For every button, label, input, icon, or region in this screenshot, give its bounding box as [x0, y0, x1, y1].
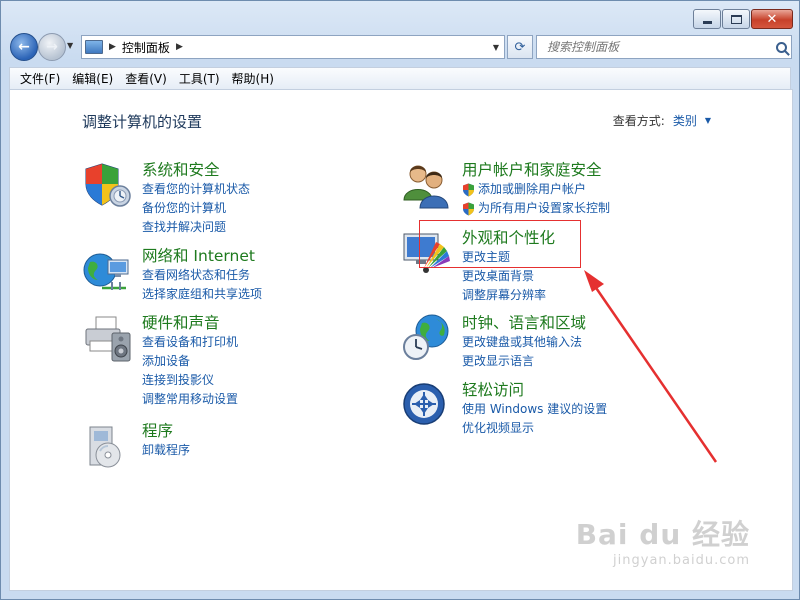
- category-title-link[interactable]: 时钟、语言和区域: [462, 313, 586, 333]
- ease-of-access-icon: [403, 383, 445, 425]
- highlight-box: [419, 220, 581, 268]
- forward-button[interactable]: →: [38, 33, 66, 61]
- link-adjust-resolution[interactable]: 调整屏幕分辨率: [462, 286, 555, 305]
- caption-buttons: ✕: [693, 9, 793, 29]
- uac-shield-icon: [463, 183, 474, 196]
- category-body: 硬件和声音 查看设备和打印机 添加设备 连接到投影仪 调整常用移动设置: [142, 313, 238, 409]
- link-view-computer-status[interactable]: 查看您的计算机状态: [142, 180, 250, 199]
- maximize-button[interactable]: [722, 9, 750, 29]
- menu-view[interactable]: 查看(V): [119, 68, 173, 89]
- link-text: 添加或删除用户帐户: [478, 182, 587, 196]
- link-devices-printers[interactable]: 查看设备和打印机: [142, 333, 238, 352]
- link-change-desktop-background[interactable]: 更改桌面背景: [462, 267, 555, 286]
- link-change-display-language[interactable]: 更改显示语言: [462, 352, 586, 371]
- watermark: Bai du 经验 jingyan.baidu.com: [576, 513, 750, 568]
- category-body: 用户帐户和家庭安全 添加或删除用户帐户 为所有用户设置家长控制: [462, 160, 610, 218]
- menu-file[interactable]: 文件(F): [14, 68, 66, 89]
- refresh-icon: ⟳: [514, 39, 526, 55]
- link-add-remove-users[interactable]: 添加或删除用户帐户: [462, 180, 610, 199]
- category-title-link[interactable]: 网络和 Internet: [142, 246, 262, 266]
- minimize-icon: [702, 20, 712, 24]
- refresh-button[interactable]: ⟳: [507, 35, 533, 59]
- close-button[interactable]: ✕: [751, 9, 793, 29]
- clock-globe-icon: [403, 314, 449, 360]
- category-title-link[interactable]: 系统和安全: [142, 160, 250, 180]
- annotation-arrow: [584, 270, 718, 463]
- link-add-device[interactable]: 添加设备: [142, 352, 238, 371]
- breadcrumb-chevron-icon[interactable]: ▶: [109, 42, 116, 52]
- maximize-icon: [730, 14, 742, 24]
- breadcrumb-chevron-icon[interactable]: ▶: [176, 42, 183, 52]
- watermark-logo: Bai du 经验: [575, 518, 750, 551]
- link-mobility-settings[interactable]: 调整常用移动设置: [142, 390, 238, 409]
- link-text: 为所有用户设置家长控制: [478, 201, 611, 215]
- watermark-url: jingyan.baidu.com: [613, 553, 750, 568]
- users-icon: [403, 165, 449, 209]
- link-change-input-method[interactable]: 更改键盘或其他输入法: [462, 333, 586, 352]
- close-icon: ✕: [766, 11, 778, 27]
- forward-arrow-icon: →: [46, 39, 58, 55]
- menu-help[interactable]: 帮助(H): [226, 68, 280, 89]
- link-troubleshoot[interactable]: 查找并解决问题: [142, 218, 250, 237]
- link-parental-controls[interactable]: 为所有用户设置家长控制: [462, 199, 610, 218]
- chevron-down-icon[interactable]: ▼: [705, 116, 711, 125]
- back-arrow-icon: ←: [18, 39, 30, 55]
- control-panel-window: ✕ ← → ▼ ▶ 控制面板 ▶ ▼ ⟳ 文件(F) 编辑(E) 查看(V) 工…: [0, 0, 800, 600]
- menu-edit[interactable]: 编辑(E): [66, 68, 119, 89]
- navigation-bar: ← → ▼ ▶ 控制面板 ▶ ▼ ⟳: [1, 31, 799, 63]
- minimize-button[interactable]: [693, 9, 721, 29]
- page-title: 调整计算机的设置: [82, 113, 203, 131]
- view-by: 查看方式: 类别 ▼: [613, 112, 711, 129]
- view-by-dropdown[interactable]: 类别: [673, 112, 697, 129]
- link-connect-projector[interactable]: 连接到投影仪: [142, 371, 238, 390]
- category-title-link[interactable]: 程序: [142, 421, 190, 441]
- search-box: [536, 35, 792, 59]
- category-title-link[interactable]: 用户帐户和家庭安全: [462, 160, 610, 180]
- recent-pages-dropdown[interactable]: ▼: [67, 41, 73, 50]
- menu-tools[interactable]: 工具(T): [173, 68, 226, 89]
- category-body: 程序 卸载程序: [142, 421, 190, 460]
- category-body: 系统和安全 查看您的计算机状态 备份您的计算机 查找并解决问题: [142, 160, 250, 237]
- link-homegroup-sharing[interactable]: 选择家庭组和共享选项: [142, 285, 262, 304]
- control-panel-icon: [85, 40, 103, 54]
- category-title-link[interactable]: 硬件和声音: [142, 313, 238, 333]
- menu-bar: 文件(F) 编辑(E) 查看(V) 工具(T) 帮助(H): [9, 67, 791, 89]
- programs-icon: [89, 426, 121, 468]
- link-uninstall-program[interactable]: 卸载程序: [142, 441, 190, 460]
- category-body: 时钟、语言和区域 更改键盘或其他输入法 更改显示语言: [462, 313, 586, 371]
- uac-shield-icon: [463, 202, 474, 215]
- address-bar[interactable]: ▶ 控制面板 ▶ ▼: [81, 35, 505, 59]
- globe-network-icon: [83, 253, 129, 290]
- shield-icon: [85, 163, 131, 207]
- content-pane: 调整计算机的设置 查看方式: 类别 ▼ 系统和安全 查看您的计算机状态 备份您的…: [9, 89, 793, 591]
- category-body: 网络和 Internet 查看网络状态和任务 选择家庭组和共享选项: [142, 246, 262, 304]
- view-by-label: 查看方式:: [612, 114, 665, 128]
- breadcrumb-control-panel[interactable]: 控制面板: [122, 39, 170, 56]
- address-history-dropdown[interactable]: ▼: [493, 43, 499, 52]
- search-input[interactable]: [545, 37, 771, 57]
- search-icon[interactable]: [771, 41, 791, 53]
- back-button[interactable]: ←: [10, 33, 38, 61]
- link-backup-computer[interactable]: 备份您的计算机: [142, 199, 250, 218]
- link-view-network-status[interactable]: 查看网络状态和任务: [142, 266, 262, 285]
- printer-icon: [85, 316, 131, 362]
